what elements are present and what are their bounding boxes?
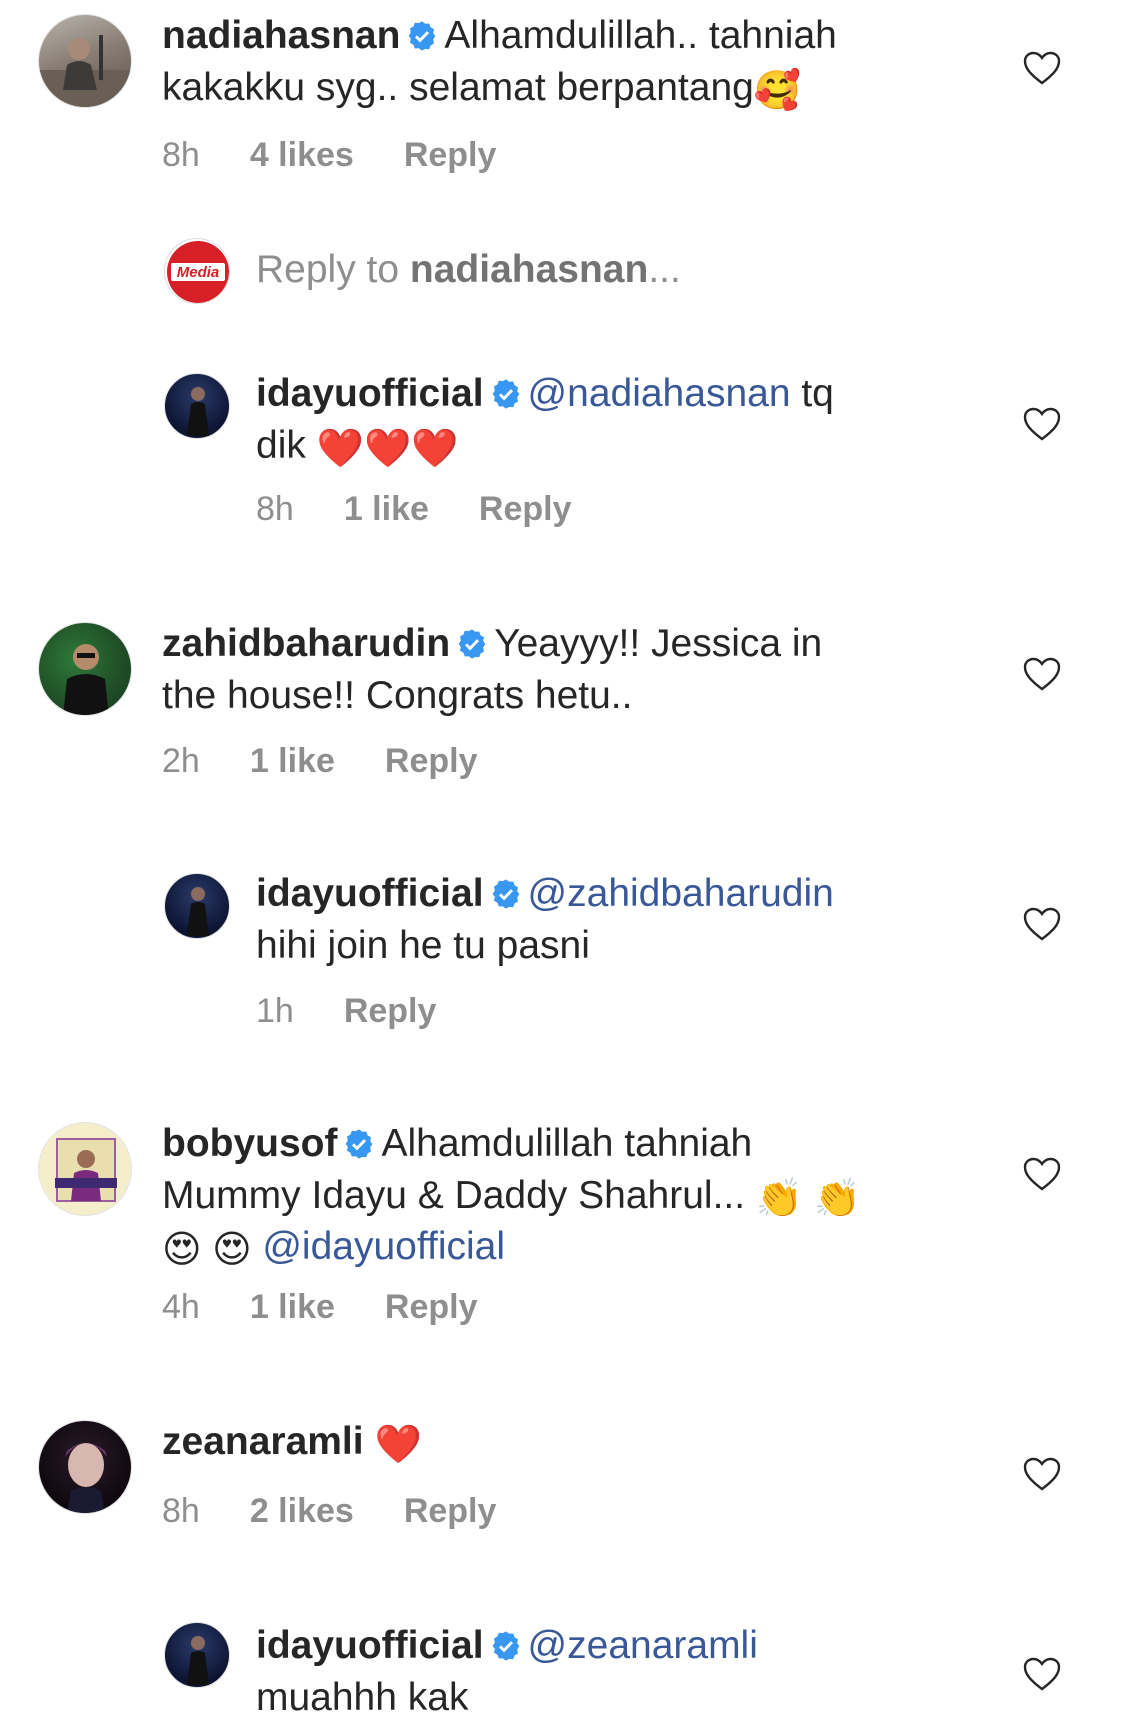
smiling-hearts-emoji: 🥰 — [753, 70, 802, 112]
mention-link[interactable]: @zeanaramli — [528, 1624, 758, 1667]
username[interactable]: idayuofficial — [256, 1624, 484, 1667]
avatar[interactable] — [164, 873, 230, 939]
verified-badge-icon — [490, 374, 522, 422]
verified-badge-icon — [490, 1626, 522, 1674]
avatar[interactable] — [38, 1420, 132, 1514]
likes-count[interactable]: 1 like — [344, 490, 429, 528]
comment-text-line2: the house!! Congrats hetu.. — [162, 674, 633, 717]
user-photo-icon — [63, 644, 109, 715]
red-heart-emoji: ❤️ — [374, 1424, 422, 1466]
likes-count[interactable]: 4 likes — [250, 136, 354, 174]
username[interactable]: idayuofficial — [256, 372, 484, 415]
reply-button[interactable]: Reply — [344, 992, 437, 1030]
username[interactable]: nadiahasnan — [162, 14, 400, 57]
username[interactable]: bobyusof — [162, 1122, 337, 1165]
avatar[interactable] — [164, 373, 230, 439]
comment-time: 8h — [162, 1492, 200, 1530]
user-photo-icon — [187, 387, 209, 436]
likes-count[interactable]: 1 like — [250, 1288, 335, 1326]
mention-link[interactable]: @idayuofficial — [262, 1225, 505, 1268]
user-photo-icon — [65, 1443, 107, 1513]
like-heart-icon[interactable] — [1022, 1456, 1062, 1492]
reply-button[interactable]: Reply — [404, 1492, 497, 1530]
verified-badge-icon — [456, 624, 488, 672]
comment-time: 4h — [162, 1288, 200, 1326]
like-heart-icon[interactable] — [1022, 406, 1062, 442]
comment-time: 2h — [162, 742, 200, 780]
verified-badge-icon — [406, 16, 438, 64]
avatar[interactable] — [38, 622, 132, 716]
media-logo-avatar: Media — [164, 238, 230, 304]
likes-count[interactable]: 1 like — [250, 742, 335, 780]
username[interactable]: idayuofficial — [256, 872, 484, 915]
avatar[interactable] — [38, 14, 132, 108]
user-photo-icon — [55, 1138, 117, 1202]
comment-time: 8h — [256, 490, 294, 528]
reply-button[interactable]: Reply — [479, 490, 572, 528]
comment-text: Yeayyy!! Jessica in — [494, 622, 823, 665]
mention-link[interactable]: @nadiahasnan — [528, 372, 791, 415]
reply-prompt[interactable]: Media Reply to nadiahasnan... — [0, 238, 1125, 308]
like-heart-icon[interactable] — [1022, 1656, 1062, 1692]
comment-text-line2: hihi join he tu pasni — [256, 924, 590, 967]
verified-badge-icon — [343, 1124, 375, 1172]
user-photo-icon — [39, 35, 131, 107]
comment-text-line2: Mummy Idayu & Daddy Shahrul... — [162, 1174, 756, 1217]
avatar[interactable] — [38, 1122, 132, 1216]
reply-button[interactable]: Reply — [404, 136, 497, 174]
username[interactable]: zahidbaharudin — [162, 622, 450, 665]
like-heart-icon[interactable] — [1022, 656, 1062, 692]
comment-text-line2: dik — [256, 424, 317, 467]
username[interactable]: zeanaramli — [162, 1420, 364, 1463]
like-heart-icon[interactable] — [1022, 1156, 1062, 1192]
like-heart-icon[interactable] — [1022, 906, 1062, 942]
comment-text-line2: muahhh kak — [256, 1676, 469, 1719]
svg-text:Media: Media — [177, 264, 220, 281]
comment-text: tq — [790, 372, 834, 415]
verified-badge-icon — [490, 874, 522, 922]
comment-text: Alhamdulillah tahniah — [381, 1122, 753, 1165]
reply-button[interactable]: Reply — [385, 1288, 478, 1326]
user-photo-icon — [187, 1636, 209, 1685]
reply-prompt-text[interactable]: Reply to nadiahasnan... — [256, 248, 681, 292]
media-logo-icon: Media — [167, 241, 229, 303]
user-photo-icon — [187, 887, 209, 936]
comment-time: 1h — [256, 992, 294, 1030]
likes-count[interactable]: 2 likes — [250, 1492, 354, 1530]
clapping-hands-emoji: 👏 👏 — [755, 1178, 862, 1220]
comment-time: 8h — [162, 136, 200, 174]
like-heart-icon[interactable] — [1022, 50, 1062, 86]
heart-eyes-emoji: 😍 😍 — [162, 1229, 263, 1271]
avatar[interactable] — [164, 1622, 230, 1688]
mention-link[interactable]: @zahidbaharudin — [528, 872, 834, 915]
reply-button[interactable]: Reply — [385, 742, 478, 780]
red-hearts-emoji: ❤️❤️❤️ — [316, 428, 459, 470]
